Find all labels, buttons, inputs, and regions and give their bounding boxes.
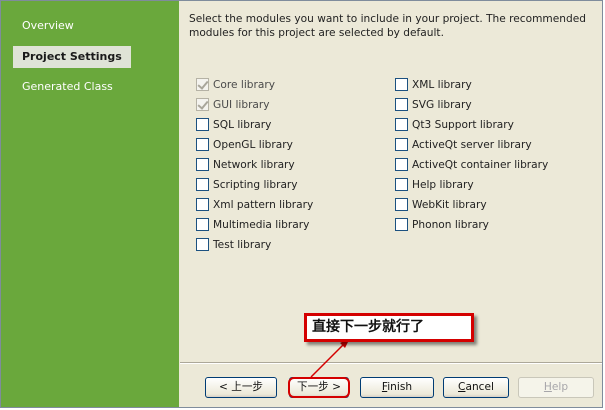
module-label: XML library xyxy=(412,79,472,91)
checkbox-help[interactable] xyxy=(395,178,408,191)
cancel-button[interactable]: Cancel xyxy=(443,377,509,398)
annotation-callout: 直接下一步就行了 xyxy=(304,313,474,342)
page-description: Select the modules you want to include i… xyxy=(189,13,586,39)
checkbox-phonon[interactable] xyxy=(395,218,408,231)
module-label: ActiveQt server library xyxy=(412,139,532,151)
module-label: SVG library xyxy=(412,99,472,111)
checkbox-core xyxy=(196,78,209,91)
back-button[interactable]: < 上一步 xyxy=(205,377,277,398)
checkbox-test[interactable] xyxy=(196,238,209,251)
wizard-sidebar: Overview Project Settings Generated Clas… xyxy=(1,1,179,407)
module-label: Test library xyxy=(213,239,272,251)
checkbox-gui xyxy=(196,98,209,111)
checkbox-xml-pattern[interactable] xyxy=(196,198,209,211)
checkbox-xml[interactable] xyxy=(395,78,408,91)
module-label: OpenGL library xyxy=(213,139,293,151)
module-label: Multimedia library xyxy=(213,219,310,231)
sidebar-item-overview[interactable]: Overview xyxy=(13,15,83,37)
module-label: Network library xyxy=(213,159,295,171)
module-label: ActiveQt container library xyxy=(412,159,549,171)
sidebar-item-generated-class[interactable]: Generated Class xyxy=(13,76,122,98)
button-separator xyxy=(180,362,602,364)
finish-label: inish xyxy=(387,381,413,393)
module-label: GUI library xyxy=(213,99,270,111)
checkbox-svg[interactable] xyxy=(395,98,408,111)
checkbox-activeqt-server[interactable] xyxy=(395,138,408,151)
help-mnemonic: H xyxy=(543,381,552,393)
wizard-page-content: Select the modules you want to include i… xyxy=(179,1,602,361)
module-label: Qt3 Support library xyxy=(412,119,514,131)
checkbox-activeqt-container[interactable] xyxy=(395,158,408,171)
checkbox-opengl[interactable] xyxy=(196,138,209,151)
checkbox-network[interactable] xyxy=(196,158,209,171)
module-label: Help library xyxy=(412,179,474,191)
module-label: SQL library xyxy=(213,119,272,131)
sidebar-item-project-settings[interactable]: Project Settings xyxy=(13,46,131,68)
finish-button[interactable]: Finish xyxy=(360,377,434,398)
next-button-highlight xyxy=(288,377,350,398)
help-button: Help xyxy=(518,377,594,398)
checkbox-sql[interactable] xyxy=(196,118,209,131)
checkbox-scripting[interactable] xyxy=(196,178,209,191)
help-label: elp xyxy=(551,381,569,393)
module-label: WebKit library xyxy=(412,199,487,211)
module-label: Scripting library xyxy=(213,179,298,191)
cancel-label: ancel xyxy=(465,381,494,393)
checkbox-multimedia[interactable] xyxy=(196,218,209,231)
module-label: Core library xyxy=(213,79,275,91)
checkbox-qt3support[interactable] xyxy=(395,118,408,131)
module-label: Phonon library xyxy=(412,219,489,231)
module-label: Xml pattern library xyxy=(213,199,314,211)
checkbox-webkit[interactable] xyxy=(395,198,408,211)
